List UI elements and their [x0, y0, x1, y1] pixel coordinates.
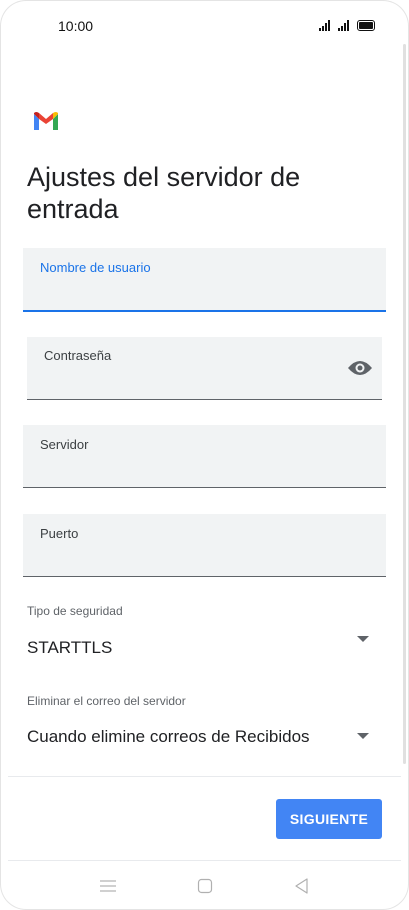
signal-icon-2: [338, 19, 349, 31]
status-icons: [319, 19, 375, 31]
port-underline: [23, 576, 386, 577]
page-title: Ajustes del servidor de entrada: [27, 162, 301, 224]
username-underline: [23, 310, 386, 312]
eye-icon[interactable]: [347, 359, 373, 377]
username-input[interactable]: [40, 285, 346, 304]
password-input[interactable]: [44, 373, 342, 392]
password-label: Contraseña: [44, 348, 112, 363]
server-field[interactable]: Servidor: [23, 425, 386, 488]
back-icon[interactable]: [292, 876, 312, 896]
delete-mail-label: Eliminar el correo del servidor: [27, 694, 186, 708]
home-icon[interactable]: [195, 876, 215, 896]
username-label: Nombre de usuario: [40, 260, 151, 275]
chevron-down-icon[interactable]: [357, 733, 369, 739]
delete-mail-value[interactable]: Cuando elimine correos de Recibidos: [27, 727, 310, 747]
navbar-divider: [8, 860, 401, 861]
port-field[interactable]: Puerto: [23, 514, 386, 577]
server-label: Servidor: [40, 437, 89, 452]
username-field[interactable]: Nombre de usuario: [23, 248, 386, 312]
gmail-icon: [34, 112, 58, 130]
navigation-bar: [0, 862, 409, 910]
chevron-down-icon[interactable]: [357, 636, 369, 642]
scrollbar[interactable]: [403, 44, 406, 764]
status-time: 10:00: [58, 18, 94, 34]
server-input[interactable]: [40, 461, 346, 480]
battery-icon: [357, 20, 375, 31]
next-button[interactable]: SIGUIENTE: [276, 799, 382, 839]
port-label: Puerto: [40, 526, 79, 541]
security-label: Tipo de seguridad: [27, 604, 123, 618]
password-underline: [27, 399, 382, 400]
server-underline: [23, 487, 386, 488]
password-field[interactable]: Contraseña: [27, 337, 382, 400]
footer-divider: [8, 776, 401, 777]
port-input[interactable]: [40, 550, 346, 569]
status-bar: 10:00: [0, 0, 409, 50]
signal-icon: [319, 19, 330, 31]
menu-icon[interactable]: [98, 876, 118, 896]
security-value[interactable]: STARTTLS: [27, 638, 112, 658]
